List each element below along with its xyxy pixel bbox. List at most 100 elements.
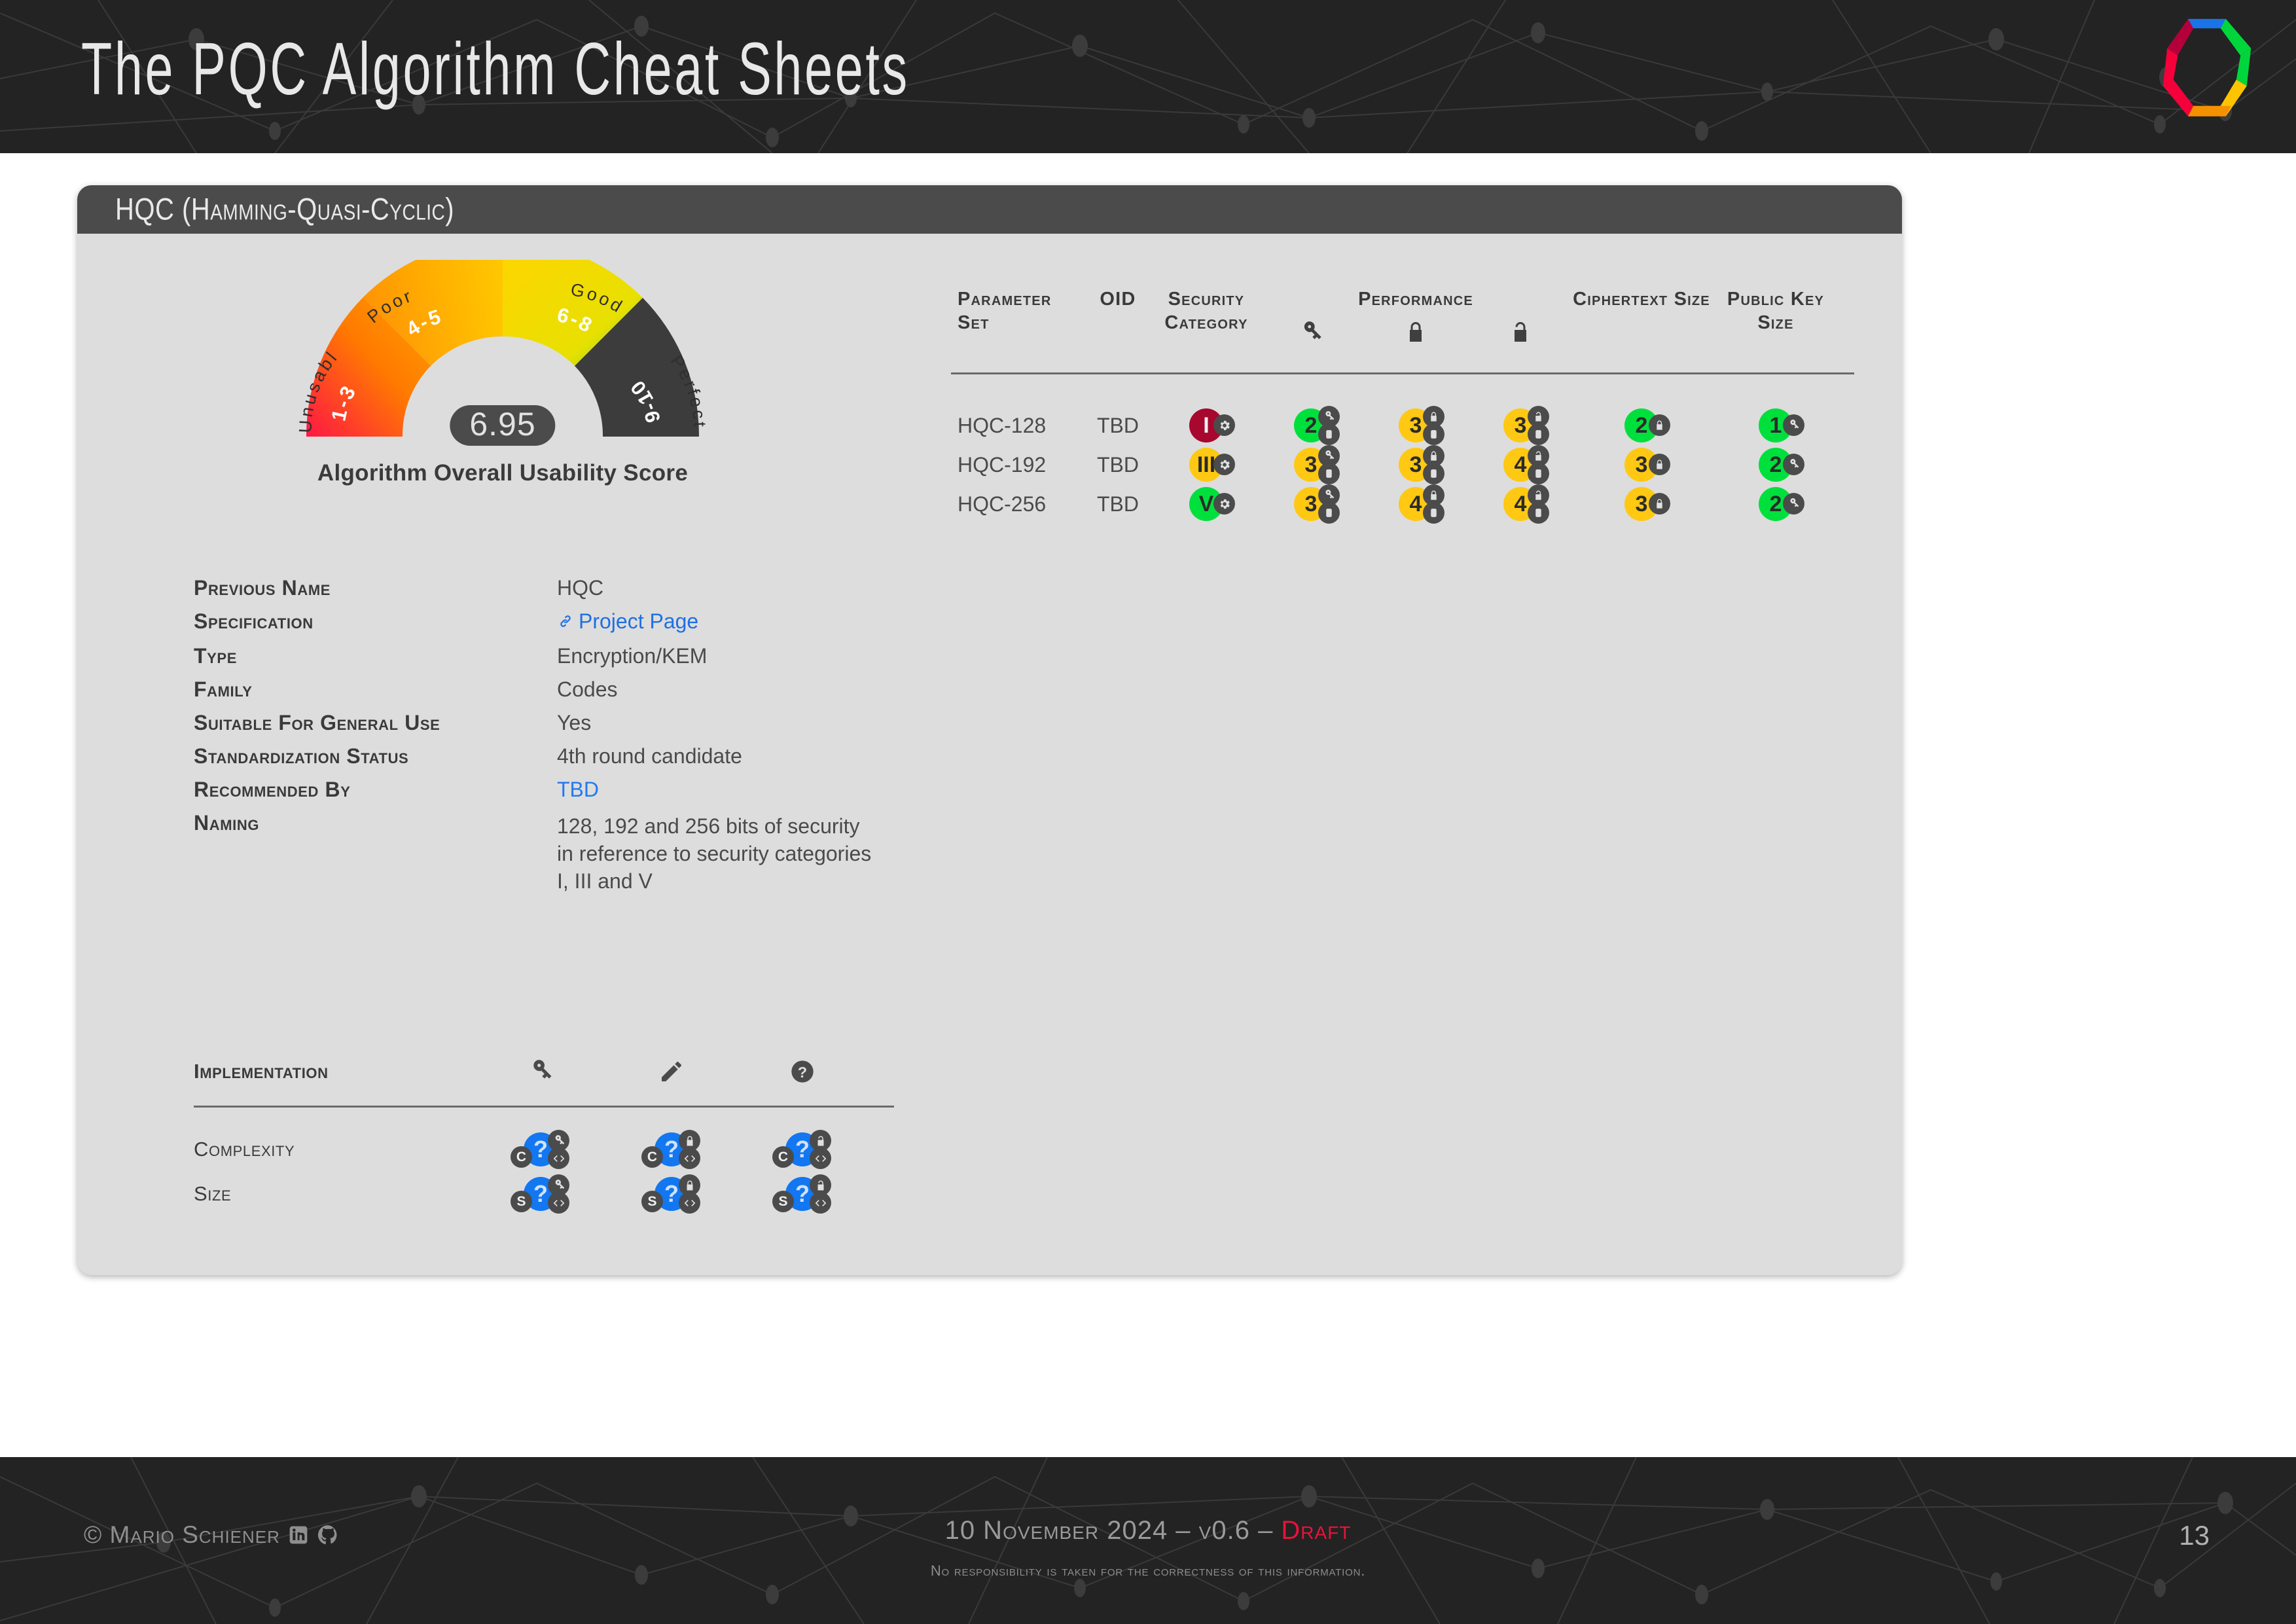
property-value: Codes xyxy=(557,677,618,701)
badge-value: ? xyxy=(533,1180,548,1207)
page-title: The PQC Algorithm Cheat Sheets xyxy=(81,27,910,111)
badge-value: I xyxy=(1203,413,1210,438)
performance-badge: 3 xyxy=(1503,406,1549,445)
size-decap-badge[interactable]: ? S xyxy=(772,1174,831,1214)
impl-cell[interactable]: ? C xyxy=(606,1130,737,1169)
badge-value: 2 xyxy=(1635,413,1648,438)
parameter-table: Parameter Set OID Security Category Perf… xyxy=(951,287,1854,524)
size-marker-icon: S xyxy=(511,1191,532,1212)
cell-performance-group: 3 3 4 xyxy=(1259,445,1573,484)
impl-cell[interactable]: ? S xyxy=(606,1174,737,1214)
footer-status: Draft xyxy=(1281,1516,1352,1545)
performance-badge: 2 xyxy=(1294,406,1340,445)
code-icon xyxy=(679,1147,700,1169)
cell-ciphertext-size: 3 xyxy=(1573,448,1710,482)
th-performance: Performance xyxy=(1358,289,1473,310)
impl-cell[interactable]: ? C xyxy=(475,1130,606,1169)
specification-link[interactable]: Project Page xyxy=(557,611,698,633)
table-row: HQC-256 TBD V 3 4 4 3 2 xyxy=(951,484,1854,524)
badge-value: ? xyxy=(795,1136,810,1163)
implementation-header: Implementation ? xyxy=(194,1052,894,1091)
th-perf-keygen xyxy=(1259,320,1363,345)
cell-public-key-size: 2 xyxy=(1710,448,1841,482)
size-encap-badge[interactable]: ? S xyxy=(641,1174,700,1214)
algorithm-card: HQC (Hamming-Quasi-Cyclic) Unusabl Poor … xyxy=(77,185,1902,1275)
public-key-badge: 1 xyxy=(1759,408,1804,442)
th-perf-encap xyxy=(1363,320,1468,345)
complexity-decap-badge[interactable]: ? C xyxy=(772,1130,831,1169)
performance-badge: 3 xyxy=(1399,445,1444,484)
pencil-icon xyxy=(662,1061,681,1081)
performance-badge: 4 xyxy=(1503,445,1549,484)
cell-public-key-size: 1 xyxy=(1710,408,1841,442)
code-icon xyxy=(548,1192,569,1214)
implementation-col-sign xyxy=(606,1058,737,1085)
implementation-rows: Complexity ? C ? C ? C Size ? S ? S ? S xyxy=(194,1127,894,1216)
impl-cell[interactable]: ? S xyxy=(475,1174,606,1214)
cell-performance-group: 3 4 4 xyxy=(1259,484,1573,524)
property-key: Standardization Status xyxy=(194,744,409,768)
property-key: Type xyxy=(194,644,237,668)
performance-badge: 3 xyxy=(1294,484,1340,524)
cell-performance-group: 2 3 3 xyxy=(1259,406,1573,445)
code-icon xyxy=(548,1147,569,1169)
hexagon-logo xyxy=(2162,18,2251,117)
perf-cell-encap: 3 xyxy=(1363,406,1468,445)
chip-icon xyxy=(1318,424,1340,445)
recommended-by-value[interactable]: TBD xyxy=(557,779,599,800)
badge-value: ? xyxy=(664,1180,679,1207)
gear-icon xyxy=(1213,414,1235,436)
badge-value: 3 xyxy=(1514,413,1527,438)
property-list: Previous Name HQC Specification Project … xyxy=(194,577,946,908)
perf-cell-decap: 4 xyxy=(1468,445,1573,484)
performance-badge: 3 xyxy=(1294,445,1340,484)
impl-cell[interactable]: ? C xyxy=(737,1130,868,1169)
cell-parameter-set: HQC-192 xyxy=(958,452,1047,477)
th-parameter-set: Parameter Set xyxy=(958,289,1052,334)
impl-cell[interactable]: ? S xyxy=(737,1174,868,1214)
ciphertext-badge: 3 xyxy=(1624,448,1670,482)
badge-value: 4 xyxy=(1514,492,1527,516)
table-divider xyxy=(951,372,1854,374)
naming-value: 128, 192 and 256 bits of security in ref… xyxy=(557,814,872,893)
implementation-label: Implementation xyxy=(194,1060,329,1083)
gauge-caption: Algorithm Overall Usability Score xyxy=(317,460,689,486)
size-keygen-badge[interactable]: ? S xyxy=(511,1174,569,1214)
card-header: HQC (Hamming-Quasi-Cyclic) xyxy=(77,185,1902,234)
badge-value: 3 xyxy=(1409,452,1422,477)
cell-oid[interactable]: TBD xyxy=(1082,453,1154,477)
implementation-col-unknown: ? xyxy=(737,1058,868,1085)
implementation-row-size: Size ? S ? S ? S xyxy=(194,1172,894,1216)
perf-cell-encap: 3 xyxy=(1363,445,1468,484)
chip-icon xyxy=(1423,463,1444,484)
security-badge: III xyxy=(1189,448,1235,482)
performance-badge: 4 xyxy=(1399,484,1444,524)
cell-security-category: I xyxy=(1154,408,1259,442)
cell-oid[interactable]: TBD xyxy=(1082,492,1154,516)
property-row: Standardization Status 4th round candida… xyxy=(194,746,946,767)
svg-text:?: ? xyxy=(798,1064,807,1081)
performance-badge: 3 xyxy=(1399,406,1444,445)
cell-oid[interactable]: TBD xyxy=(1082,414,1154,438)
key-icon xyxy=(1304,321,1321,340)
implementation-divider xyxy=(194,1106,894,1108)
badge-value: 2 xyxy=(1304,413,1318,438)
specification-link-label: Project Page xyxy=(579,609,699,633)
key-icon xyxy=(1783,414,1804,436)
code-icon xyxy=(810,1147,831,1169)
complexity-marker-icon: C xyxy=(511,1146,532,1168)
cell-ciphertext-size: 2 xyxy=(1573,408,1710,442)
row-label: Complexity xyxy=(194,1138,295,1161)
complexity-encap-badge[interactable]: ? C xyxy=(641,1130,700,1169)
gear-icon xyxy=(1213,493,1235,514)
badge-value: ? xyxy=(533,1136,548,1163)
chip-icon xyxy=(1423,502,1444,524)
property-row: Recommended By TBD xyxy=(194,779,946,800)
badge-value: ? xyxy=(795,1180,810,1207)
card-body: Unusable Poor Good Perfect 1-3 4-5 6-8 9… xyxy=(77,234,1902,1275)
footer-date: 10 November 2024 – v0.6 – Draft xyxy=(0,1516,2296,1545)
property-key: Recommended By xyxy=(194,778,351,801)
th-ciphertext-size: Ciphertext Size xyxy=(1573,289,1710,310)
badge-value: 4 xyxy=(1409,492,1422,516)
complexity-keygen-badge[interactable]: ? C xyxy=(511,1130,569,1169)
